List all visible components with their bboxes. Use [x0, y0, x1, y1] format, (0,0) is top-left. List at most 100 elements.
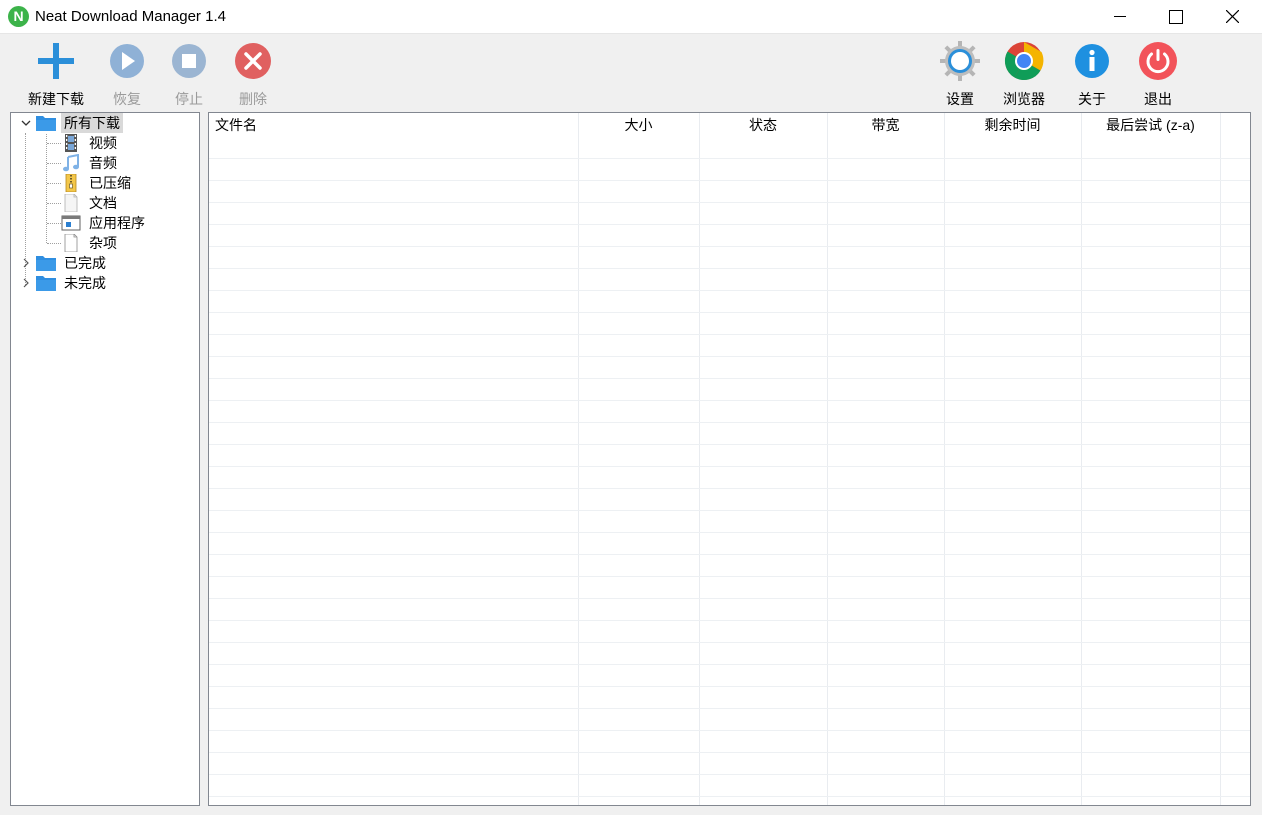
close-button[interactable]	[1209, 0, 1255, 34]
gear-icon	[940, 41, 980, 81]
column-divider	[699, 113, 700, 805]
row-divider	[209, 510, 1250, 511]
row-divider	[209, 400, 1250, 401]
row-divider	[209, 796, 1250, 797]
row-divider	[209, 532, 1250, 533]
tree-item-documents[interactable]: 文档	[61, 193, 191, 213]
row-divider	[209, 752, 1250, 753]
plus-icon	[38, 43, 74, 79]
tree-connector	[47, 203, 61, 204]
tree-connector	[46, 134, 47, 243]
row-divider	[209, 488, 1250, 489]
settings-button[interactable]: 设置	[928, 39, 992, 107]
app-logo-icon: N	[8, 6, 29, 27]
column-header-bandwidth[interactable]: 带宽	[827, 113, 944, 138]
toolbar: 新建下载 恢复 停止 删除 设置 浏览器 关于 退出	[0, 35, 1262, 109]
close-icon	[1226, 10, 1239, 23]
column-divider	[1220, 113, 1221, 805]
play-icon	[110, 44, 144, 78]
title-bar: N Neat Download Manager 1.4	[0, 0, 1262, 34]
column-header-size[interactable]: 大小	[578, 113, 699, 138]
chevron-right-icon[interactable]	[21, 258, 31, 268]
download-list[interactable]: 文件名 大小 状态 带宽 剩余时间 最后尝试 (z-a)	[208, 112, 1251, 806]
minimize-button[interactable]	[1097, 0, 1143, 34]
about-label: 关于	[1078, 91, 1106, 107]
music-note-icon	[63, 154, 79, 172]
tree-item-audio[interactable]: 音频	[61, 153, 191, 173]
column-header-status[interactable]: 状态	[699, 113, 827, 138]
row-divider	[209, 598, 1250, 599]
row-divider	[209, 356, 1250, 357]
document-icon	[64, 194, 78, 212]
row-divider	[209, 554, 1250, 555]
tree-item-video[interactable]: 视频	[61, 133, 191, 153]
new-download-label: 新建下载	[28, 91, 84, 107]
browser-label: 浏览器	[1003, 91, 1045, 107]
column-header-filename[interactable]: 文件名	[209, 113, 578, 138]
tree-label: 文档	[89, 195, 117, 211]
browser-button[interactable]: 浏览器	[992, 39, 1056, 107]
maximize-button[interactable]	[1152, 0, 1198, 34]
row-divider	[209, 180, 1250, 181]
row-divider	[209, 246, 1250, 247]
chevron-right-icon[interactable]	[21, 278, 31, 288]
column-divider	[578, 113, 579, 805]
row-divider	[209, 444, 1250, 445]
row-divider	[209, 312, 1250, 313]
list-header: 文件名 大小 状态 带宽 剩余时间 最后尝试 (z-a)	[209, 113, 1250, 138]
tree-item-applications[interactable]: 应用程序	[61, 213, 191, 233]
tree-connector	[47, 223, 61, 224]
tree-connector	[47, 163, 61, 164]
tree-label: 已压缩	[89, 175, 131, 191]
column-divider	[827, 113, 828, 805]
tree-item-completed[interactable]: 已完成	[23, 253, 196, 273]
resume-label: 恢复	[113, 91, 141, 107]
tree-connector	[47, 183, 61, 184]
row-divider	[209, 642, 1250, 643]
row-divider	[209, 576, 1250, 577]
tree-item-misc[interactable]: 杂项	[61, 233, 191, 253]
about-button[interactable]: 关于	[1060, 39, 1124, 107]
row-divider	[209, 708, 1250, 709]
tree-label: 所有下载	[61, 113, 123, 133]
tree-item-compressed[interactable]: 已压缩	[61, 173, 191, 193]
column-header-last-try[interactable]: 最后尝试 (z-a)	[1081, 113, 1220, 138]
tree-item-all-downloads[interactable]: 所有下载	[21, 113, 196, 133]
application-window-icon	[61, 215, 81, 231]
tree-label: 杂项	[89, 235, 117, 251]
row-divider	[209, 730, 1250, 731]
info-icon	[1075, 44, 1109, 78]
exit-button[interactable]: 退出	[1126, 39, 1190, 107]
chevron-down-icon[interactable]	[21, 118, 31, 128]
stop-button[interactable]: 停止	[157, 39, 221, 107]
delete-x-icon	[235, 43, 271, 79]
tree-label: 音频	[89, 155, 117, 171]
tree-connector	[47, 243, 61, 244]
tree-label: 未完成	[64, 275, 106, 291]
delete-label: 删除	[239, 91, 267, 107]
column-header-time-left[interactable]: 剩余时间	[944, 113, 1081, 138]
tree-item-incomplete[interactable]: 未完成	[23, 273, 196, 293]
stop-icon	[172, 44, 206, 78]
row-divider	[209, 422, 1250, 423]
power-icon	[1139, 42, 1177, 80]
row-divider	[209, 620, 1250, 621]
column-divider	[1081, 113, 1082, 805]
zip-archive-icon	[65, 174, 77, 192]
row-divider	[209, 686, 1250, 687]
exit-label: 退出	[1144, 91, 1172, 107]
category-tree: 所有下载 视频 音频 已压缩 文档 应用程序 杂项 已完成 未完成	[10, 112, 200, 806]
row-divider	[209, 664, 1250, 665]
row-divider	[209, 774, 1250, 775]
row-divider	[209, 334, 1250, 335]
stop-label: 停止	[175, 91, 203, 107]
tree-label: 应用程序	[89, 215, 145, 231]
tree-connector	[47, 143, 61, 144]
app-window: N Neat Download Manager 1.4 新建下载 恢复 停止 删…	[0, 0, 1262, 815]
new-download-button[interactable]: 新建下载	[24, 39, 88, 107]
film-icon	[65, 134, 77, 152]
delete-button[interactable]: 删除	[221, 39, 285, 107]
resume-button[interactable]: 恢复	[95, 39, 159, 107]
folder-icon	[36, 116, 56, 131]
row-divider	[209, 290, 1250, 291]
